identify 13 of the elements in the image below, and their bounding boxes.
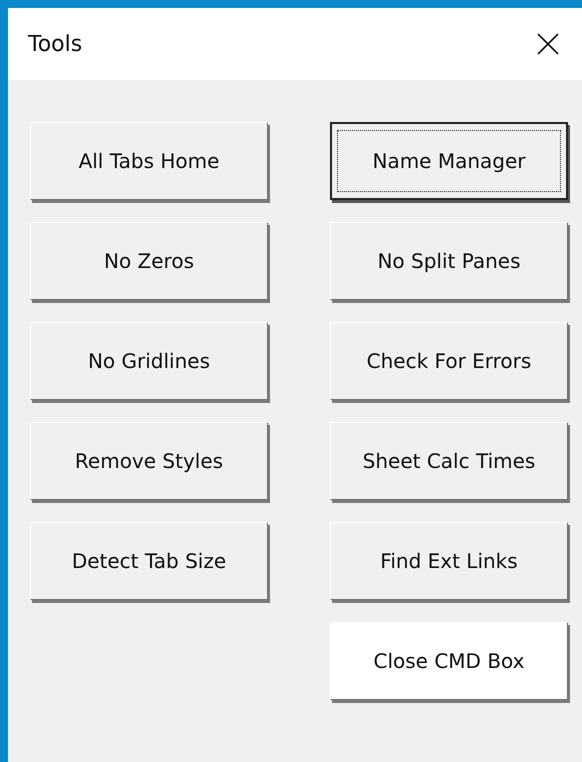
tool-button[interactable]: All Tabs Home bbox=[30, 122, 268, 200]
tool-button[interactable]: No Zeros bbox=[30, 222, 268, 300]
tool-button[interactable]: Remove Styles bbox=[30, 422, 268, 500]
tool-button[interactable]: Close CMD Box bbox=[330, 622, 568, 700]
tool-button[interactable]: Find Ext Links bbox=[330, 522, 568, 600]
tool-button[interactable]: No Gridlines bbox=[30, 322, 268, 400]
tool-button[interactable]: Sheet Calc Times bbox=[330, 422, 568, 500]
tool-button[interactable]: No Split Panes bbox=[330, 222, 568, 300]
tool-button[interactable]: Check For Errors bbox=[330, 322, 568, 400]
tool-button[interactable]: Name Manager bbox=[330, 122, 568, 200]
tool-button[interactable]: Detect Tab Size bbox=[30, 522, 268, 600]
close-icon[interactable] bbox=[537, 33, 559, 55]
window-title: Tools bbox=[28, 32, 82, 56]
